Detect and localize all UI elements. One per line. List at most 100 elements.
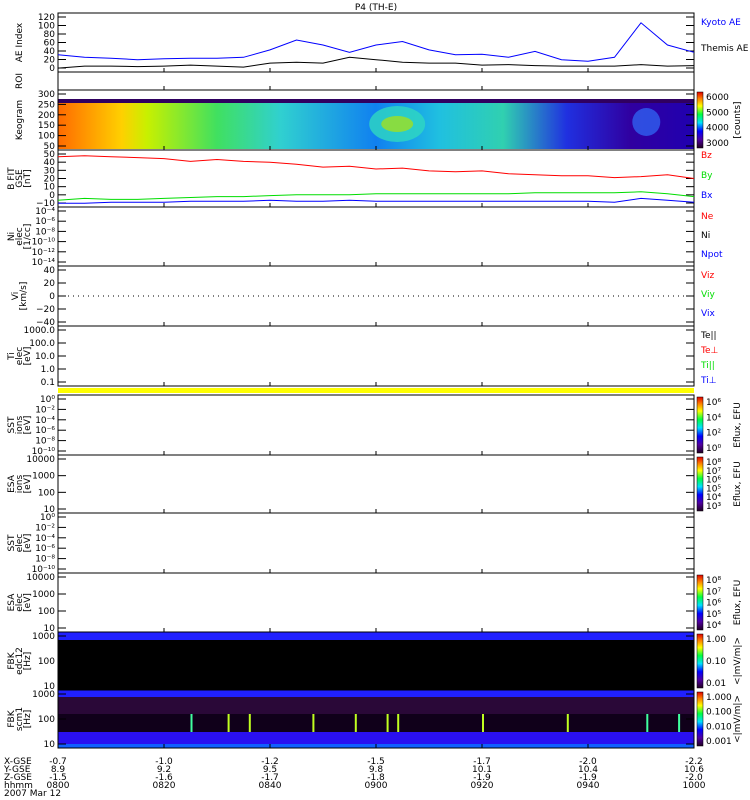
- x-axis-value: 0920: [471, 781, 494, 791]
- plot-title: P4 (TH-E): [355, 3, 397, 13]
- legend-item: Ti||: [700, 361, 715, 371]
- colorbar-tick-label: 10²: [706, 429, 721, 439]
- x-axis-value: 1000: [683, 781, 706, 791]
- keogram-top-strip: [58, 99, 694, 103]
- y-tick-label: 10⁰: [40, 513, 55, 523]
- legend-item: Viz: [701, 271, 714, 281]
- y-axis-label: [Hz]: [23, 652, 33, 671]
- y-axis-label: [Hz]: [23, 710, 33, 729]
- y-tick-label: 10⁻⁶: [35, 544, 55, 554]
- x-axis-value: 0820: [153, 781, 176, 791]
- colorbar-esa1: [696, 456, 704, 512]
- y-tick-label: 1000.0: [24, 326, 56, 336]
- keogram-blob-core: [381, 116, 414, 132]
- fbk2-middle: [58, 714, 694, 732]
- y-tick-label: 100: [38, 607, 55, 617]
- legend-themis-ae: Themis AE: [700, 44, 749, 54]
- colorbar-label: Eflux, EFU: [733, 402, 743, 448]
- legend-by: By: [701, 171, 713, 181]
- y-tick-label: 100: [38, 657, 55, 667]
- colorbar-tick-label: 10⁴: [706, 413, 721, 423]
- y-axis-label: Keogram: [15, 100, 25, 140]
- colorbar-tick-label: 4000: [706, 124, 729, 134]
- legend-item: Te||: [700, 331, 717, 341]
- colorbar-tick-label: 10³: [706, 502, 721, 512]
- y-tick-label: 10⁰: [40, 395, 55, 405]
- colorbar-tick-label: 0.01: [706, 679, 726, 689]
- themis-summary-plot: P4 (TH-E) 120100806040200AE Index Kyoto A…: [3, 3, 749, 799]
- y-tick-label: 10⁻¹²: [32, 248, 56, 258]
- y-tick-label: 10⁻⁶: [35, 217, 55, 227]
- y-tick-label: 10⁻⁴: [35, 207, 55, 217]
- y-tick-label: −20: [36, 305, 55, 315]
- y-axis-label: [eV]: [23, 534, 33, 553]
- x-axis-value: 0940: [577, 781, 600, 791]
- legend-item: Npot: [701, 250, 723, 260]
- legend-kyoto-ae: Kyoto AE: [701, 18, 741, 28]
- legend-bx: Bx: [701, 191, 713, 201]
- legend-item: Ne: [701, 212, 714, 222]
- y-tick-label: 10⁻¹⁰: [32, 238, 56, 248]
- colorbar-tick-label: 10⁶: [706, 398, 721, 408]
- fbk2-streak: [566, 714, 569, 732]
- colorbar-tick-label: 5000: [706, 108, 729, 118]
- legend-item: Te⊥: [700, 346, 719, 356]
- fbk2-band-top: [58, 690, 694, 697]
- fbk2-streak: [354, 714, 357, 732]
- fbk2-streak: [482, 714, 484, 732]
- y-tick-label: 10⁻⁸: [35, 437, 55, 447]
- colorbar-tick-label: 0.100: [706, 708, 732, 718]
- colorbar-tick-label: 1.00: [706, 635, 726, 645]
- y-tick-label: 10⁻⁸: [35, 555, 55, 565]
- y-axis-label: ROI: [15, 73, 25, 89]
- x-axis-value: 0840: [259, 781, 282, 791]
- fbk2-streak: [678, 714, 681, 732]
- y-axis-label: [eV]: [23, 347, 33, 366]
- y-tick-label: 1000: [32, 632, 55, 642]
- legend-item: Vix: [701, 309, 715, 319]
- plot-date: 2007 Mar 12: [4, 789, 61, 799]
- y-tick-label: 100.0: [29, 339, 55, 349]
- colorbar-fbk2: [696, 691, 704, 747]
- colorbar-label: [counts]: [733, 101, 743, 138]
- y-tick-label: 150: [38, 121, 55, 131]
- fbk1-image: [58, 640, 694, 690]
- colorbar-esa2: [696, 574, 704, 631]
- fbk2-streak: [190, 714, 193, 732]
- y-tick-label: 10⁻⁴: [35, 416, 55, 426]
- panel-frame-ae: [57, 12, 695, 73]
- colorbar-sst1: [696, 396, 704, 454]
- colorbar-tick-label: 0.001: [706, 737, 732, 747]
- y-axis-label: [km/s]: [19, 282, 29, 311]
- fbk2-upper: [58, 697, 694, 714]
- y-tick-label: 1000: [32, 472, 55, 482]
- y-tick-label: 10⁻⁴: [35, 534, 55, 544]
- y-axis-label: [1/cc]: [23, 224, 33, 250]
- colorbar-tick-label: 6000: [706, 93, 729, 103]
- y-axis-label: [nT]: [23, 169, 33, 187]
- colorbar-tick-label: 10⁷: [706, 587, 721, 597]
- y-tick-label: 10⁻⁸: [35, 227, 55, 237]
- y-tick-label: 40: [44, 266, 56, 276]
- colorbar-label: <|mV/m|>: [733, 637, 743, 685]
- y-tick-label: 100: [38, 132, 55, 142]
- y-tick-label: 1.0: [41, 365, 56, 375]
- status-bar-yellow: [58, 388, 694, 393]
- panel-frame-esa1: [57, 454, 695, 514]
- fbk2-streak: [397, 714, 400, 732]
- colorbar-tick-label: 10⁸: [706, 576, 721, 586]
- y-tick-label: 10: [44, 740, 56, 750]
- fbk2-streak: [646, 714, 649, 732]
- colorbar-tick-label: 0.10: [706, 657, 726, 667]
- y-tick-label: 10000: [26, 455, 55, 465]
- y-tick-label: 10000: [26, 573, 55, 583]
- y-axis-label: AE Index: [15, 22, 25, 62]
- y-tick-label: 10.0: [35, 352, 55, 362]
- series-line-bz: [57, 155, 695, 179]
- series-line-kyoto-ae: [57, 22, 695, 62]
- colorbar-tick-label: 3000: [706, 139, 729, 149]
- fbk2-streak: [227, 714, 230, 732]
- legend-item: Viy: [701, 290, 715, 300]
- y-tick-label: 0: [49, 64, 55, 74]
- y-tick-label: 300: [38, 90, 55, 100]
